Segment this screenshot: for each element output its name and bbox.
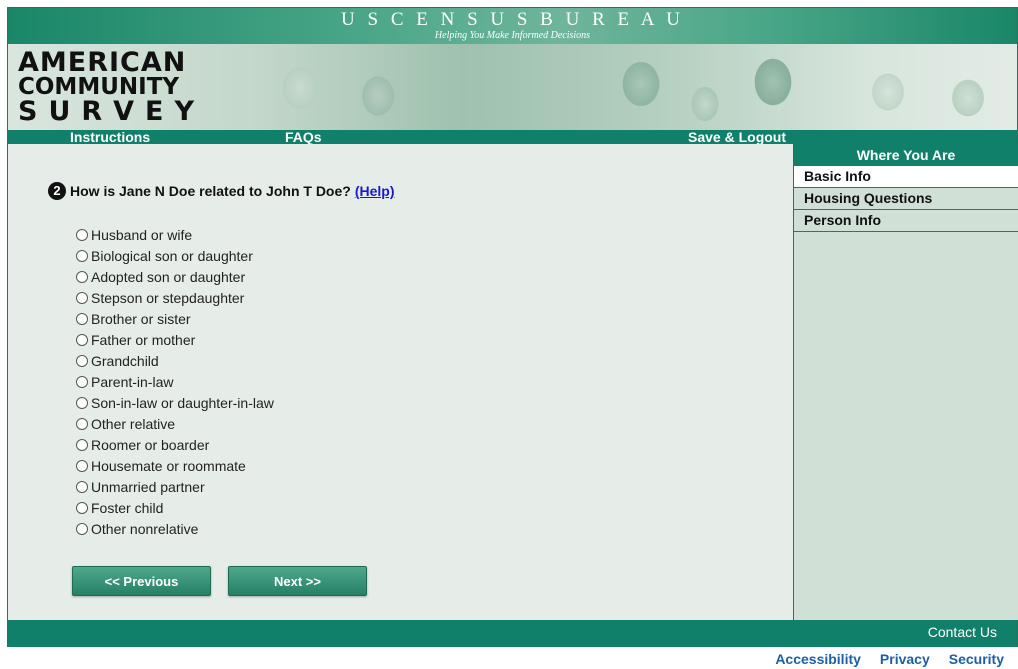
radio-button[interactable] [76, 438, 88, 451]
acs-logo: AMERICAN COMMUNITY SURVEY [18, 47, 223, 127]
relationship-option[interactable]: Unmarried partner [76, 476, 274, 497]
sidebar-item-basic-info[interactable]: Basic Info [794, 166, 1018, 188]
option-label: Adopted son or daughter [91, 268, 246, 285]
logo-line-1: AMERICAN [18, 47, 187, 78]
radio-button[interactable] [76, 522, 88, 535]
option-label: Housemate or roommate [91, 457, 246, 474]
accessibility-link[interactable]: Accessibility [775, 651, 861, 667]
option-label: Stepson or stepdaughter [91, 289, 245, 306]
sidebar-item-person-info[interactable]: Person Info [794, 210, 1018, 232]
radio-button[interactable] [76, 249, 88, 262]
relationship-option[interactable]: Biological son or daughter [76, 245, 274, 266]
bureau-name: U S C E N S U S B U R E A U [341, 9, 684, 30]
relationship-option[interactable]: Foster child [76, 497, 274, 518]
question-heading: 2 How is Jane N Doe related to John T Do… [48, 182, 395, 200]
footer-links: Accessibility Privacy Security [775, 651, 1004, 667]
bureau-tagline: Helping You Make Informed Decisions [434, 30, 591, 41]
option-label: Grandchild [91, 352, 159, 369]
relationship-option[interactable]: Other nonrelative [76, 518, 274, 539]
page-frame: U S C E N S U S B U R E A U Helping You … [7, 7, 1018, 647]
security-link[interactable]: Security [949, 651, 1004, 667]
option-label: Other nonrelative [91, 520, 199, 537]
sidebar-title: Where You Are [794, 144, 1018, 166]
radio-button[interactable] [76, 291, 88, 304]
option-label: Father or mother [91, 331, 196, 348]
relationship-option[interactable]: Roomer or boarder [76, 434, 274, 455]
top-nav: Instructions FAQs Save & Logout [8, 129, 1017, 145]
relationship-options: Husband or wife Biological son or daughte… [76, 224, 274, 539]
relationship-option[interactable]: Grandchild [76, 350, 274, 371]
option-label: Unmarried partner [91, 478, 205, 495]
radio-button[interactable] [76, 375, 88, 388]
footer-bar: Contact Us [8, 620, 1017, 647]
relationship-option[interactable]: Housemate or roommate [76, 455, 274, 476]
radio-button[interactable] [76, 270, 88, 283]
radio-button[interactable] [76, 480, 88, 493]
contact-us-link[interactable]: Contact Us [928, 624, 997, 640]
radio-button[interactable] [76, 396, 88, 409]
relationship-option[interactable]: Parent-in-law [76, 371, 274, 392]
relationship-option[interactable]: Other relative [76, 413, 274, 434]
option-label: Brother or sister [91, 310, 191, 327]
relationship-option[interactable]: Adopted son or daughter [76, 266, 274, 287]
previous-button[interactable]: << Previous [72, 566, 211, 596]
option-label: Other relative [91, 415, 176, 432]
option-label: Biological son or daughter [91, 247, 253, 264]
census-bureau-banner: U S C E N S U S B U R E A U Helping You … [8, 8, 1017, 44]
question-panel: 2 How is Jane N Doe related to John T Do… [8, 144, 793, 620]
question-text: How is Jane N Doe related to John T Doe? [70, 183, 351, 199]
relationship-option[interactable]: Son-in-law or daughter-in-law [76, 392, 274, 413]
logo-line-3: SURVEY [18, 96, 206, 127]
radio-button[interactable] [76, 417, 88, 430]
question-number-badge: 2 [48, 182, 66, 200]
header-photo-banner: AMERICAN COMMUNITY SURVEY [8, 44, 1017, 130]
radio-button[interactable] [76, 501, 88, 514]
privacy-link[interactable]: Privacy [880, 651, 930, 667]
option-label: Husband or wife [91, 226, 193, 243]
next-button[interactable]: Next >> [228, 566, 367, 596]
where-you-are-sidebar: Where You Are Basic Info Housing Questio… [793, 144, 1018, 620]
option-label: Parent-in-law [91, 373, 174, 390]
relationship-option[interactable]: Brother or sister [76, 308, 274, 329]
relationship-option[interactable]: Father or mother [76, 329, 274, 350]
option-label: Son-in-law or daughter-in-law [91, 394, 274, 411]
radio-button[interactable] [76, 459, 88, 472]
radio-button[interactable] [76, 333, 88, 346]
help-link[interactable]: (Help) [355, 183, 395, 199]
radio-button[interactable] [76, 312, 88, 325]
sidebar-item-housing-questions[interactable]: Housing Questions [794, 188, 1018, 210]
radio-button[interactable] [76, 228, 88, 241]
radio-button[interactable] [76, 354, 88, 367]
option-label: Roomer or boarder [91, 436, 210, 453]
relationship-option[interactable]: Husband or wife [76, 224, 274, 245]
option-label: Foster child [91, 499, 164, 516]
relationship-option[interactable]: Stepson or stepdaughter [76, 287, 274, 308]
